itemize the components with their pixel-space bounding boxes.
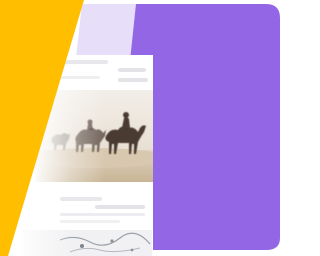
placeholder-line xyxy=(60,213,145,216)
placeholder-line xyxy=(95,205,145,209)
map-photo xyxy=(20,230,152,256)
placeholder-line xyxy=(60,197,102,201)
hero-illustration-svg xyxy=(0,0,280,256)
placeholder-line xyxy=(60,220,120,223)
placeholder-line xyxy=(118,68,146,72)
placeholder-line xyxy=(60,76,100,79)
placeholder-line xyxy=(118,78,148,82)
hero-illustration xyxy=(0,0,280,256)
placeholder-line xyxy=(60,60,108,64)
